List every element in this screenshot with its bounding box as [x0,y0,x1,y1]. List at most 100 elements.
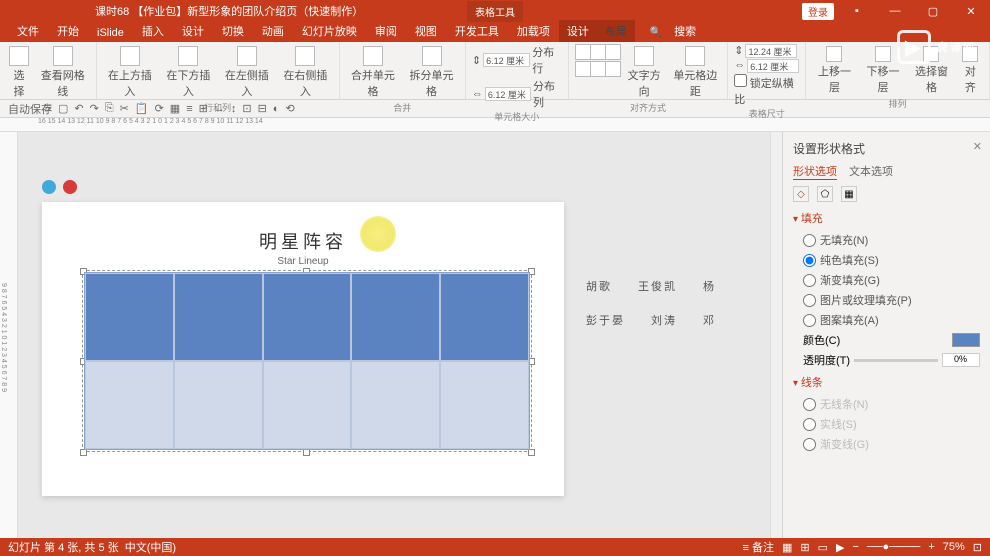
fill-line-icon[interactable]: ◇ [793,186,809,202]
zoom-in-icon[interactable]: + [928,541,934,553]
tab-file[interactable]: 文件 [8,20,48,42]
size-icon[interactable]: ▦ [841,186,857,202]
qat-icon[interactable]: ≡ [186,103,192,115]
merge-cells-button[interactable]: 合并单元格 [346,44,401,101]
line-section[interactable]: ▾ 线条 [793,374,980,390]
send-backward-button[interactable]: 下移一层 [861,44,906,97]
table-row[interactable] [85,273,529,361]
tab-shape-options[interactable]: 形状选项 [793,163,837,180]
picture-fill-radio[interactable] [803,294,816,307]
qat-icon[interactable]: ↕ [231,103,237,115]
panel-close-icon[interactable]: ✕ [973,140,982,153]
solid-fill-radio[interactable] [803,254,816,267]
tab-insert[interactable]: 插入 [133,20,173,42]
insert-right-button[interactable]: 在右侧插入 [278,44,333,101]
zoom-slider[interactable]: ──●──── [867,541,920,553]
col-width-input[interactable]: 6.12 厘米 [485,87,531,101]
lock-aspect-checkbox[interactable] [734,74,747,87]
tab-table-design[interactable]: 设计 [559,20,597,42]
insert-above-button[interactable]: 在上方插入 [103,44,158,101]
fit-window-icon[interactable]: ⊡ [973,541,982,554]
text-direction-button[interactable]: 文字方向 [623,44,666,101]
distribute-cols[interactable]: 分布列 [533,78,562,110]
vertical-ruler[interactable]: 9 8 7 6 5 4 3 2 1 0 1 2 3 4 5 6 7 8 9 [0,132,18,538]
resize-handle[interactable] [528,449,535,456]
no-line-radio[interactable] [803,398,816,411]
vertical-scrollbar[interactable] [770,132,782,538]
tab-text-options[interactable]: 文本选项 [849,163,893,180]
qat-icon[interactable]: ⟳ [155,102,164,115]
tab-table-layout[interactable]: 布局 [597,20,635,42]
tab-animations[interactable]: 动画 [253,20,293,42]
distribute-rows[interactable]: 分布行 [532,44,562,76]
tab-view[interactable]: 视图 [406,20,446,42]
view-sorter-icon[interactable]: ⊞ [800,541,809,554]
qat-icon[interactable]: ▢ [58,102,68,115]
pattern-fill-radio[interactable] [803,314,816,327]
tab-islide[interactable]: iSlide [88,24,133,42]
slide-counter[interactable]: 幻灯片 第 4 张, 共 5 张 [8,542,119,554]
selection-pane-button[interactable]: 选择窗格 [909,44,954,97]
view-normal-icon[interactable]: ▦ [782,541,792,554]
language-indicator[interactable]: 中文(中国) [125,542,176,554]
tab-home[interactable]: 开始 [48,20,88,42]
table-height-input[interactable]: 12.24 厘米 [745,44,797,58]
search-box[interactable]: 🔍 搜索 [641,20,714,42]
table-row[interactable] [85,361,529,449]
effects-icon[interactable]: ⬠ [817,186,833,202]
split-cells-button[interactable]: 拆分单元格 [404,44,459,101]
qat-icon[interactable]: ↶ [74,102,83,115]
tab-developer[interactable]: 开发工具 [446,20,508,42]
zoom-out-icon[interactable]: − [852,541,858,553]
qat-icon[interactable]: ↷ [90,102,99,115]
view-slideshow-icon[interactable]: ▶ [836,541,844,554]
qat-icon[interactable]: ⊟ [258,102,267,115]
tab-review[interactable]: 审阅 [366,20,406,42]
slide-title[interactable]: 明星阵容 [42,228,564,254]
qat-icon[interactable]: ⊡ [242,102,251,115]
resize-handle[interactable] [80,449,87,456]
login-button[interactable]: 登录 [802,3,834,20]
qat-icon[interactable]: ↔ [214,103,225,115]
bring-forward-button[interactable]: 上移一层 [812,44,857,97]
tab-transitions[interactable]: 切换 [213,20,253,42]
notes-button[interactable]: ≡ 备注 [742,539,773,555]
qat-icon[interactable]: ⊞ [199,102,208,115]
cell-margins-button[interactable]: 单元格边距 [669,44,721,101]
autosave-toggle[interactable]: 自动保存 [8,101,52,117]
close-icon[interactable]: ✕ [956,0,986,22]
transparency-slider[interactable] [854,359,938,362]
insert-below-button[interactable]: 在下方插入 [161,44,216,101]
slide-subtitle[interactable]: Star Lineup [42,256,564,267]
qat-icon[interactable]: ◐ [273,103,280,115]
resize-handle[interactable] [303,449,310,456]
align-grid[interactable] [575,44,619,77]
tab-design[interactable]: 设计 [173,20,213,42]
select-button[interactable]: 选择 [6,44,32,101]
insert-left-button[interactable]: 在左侧插入 [220,44,275,101]
table[interactable] [84,272,530,450]
qat-icon[interactable]: ✂ [120,102,129,115]
tab-addins[interactable]: 加载项 [508,20,559,42]
qat-icon[interactable]: 📋 [135,102,149,115]
gridlines-button[interactable]: 查看网格线 [36,44,90,101]
view-reading-icon[interactable]: ▭ [818,541,828,554]
slide-canvas[interactable]: 明星阵容 Star Lineup 胡歌王俊凯杨 彭于晏刘涛邓 [18,132,770,538]
gradient-fill-radio[interactable] [803,274,816,287]
qat-icon[interactable]: ⎘ [105,102,114,115]
qat-icon[interactable]: ⟲ [285,102,294,115]
fill-color-picker[interactable] [952,333,980,347]
align-button[interactable]: 对齐 [958,44,983,97]
gradient-line-radio[interactable] [803,438,816,451]
fill-section[interactable]: ▾ 填充 [793,210,980,226]
maximize-icon[interactable]: ▢ [918,0,948,22]
ribbon-options-icon[interactable]: ▪ [842,0,872,22]
zoom-level[interactable]: 75% [943,541,965,553]
transparency-input[interactable]: 0% [942,353,980,367]
names-text[interactable]: 胡歌王俊凯杨 彭于晏刘涛邓 [586,270,742,338]
row-height-input[interactable]: 6.12 厘米 [483,53,530,67]
minimize-icon[interactable]: — [880,0,910,22]
slide[interactable]: 明星阵容 Star Lineup [42,202,564,496]
solid-line-radio[interactable] [803,418,816,431]
tab-slideshow[interactable]: 幻灯片放映 [293,20,366,42]
